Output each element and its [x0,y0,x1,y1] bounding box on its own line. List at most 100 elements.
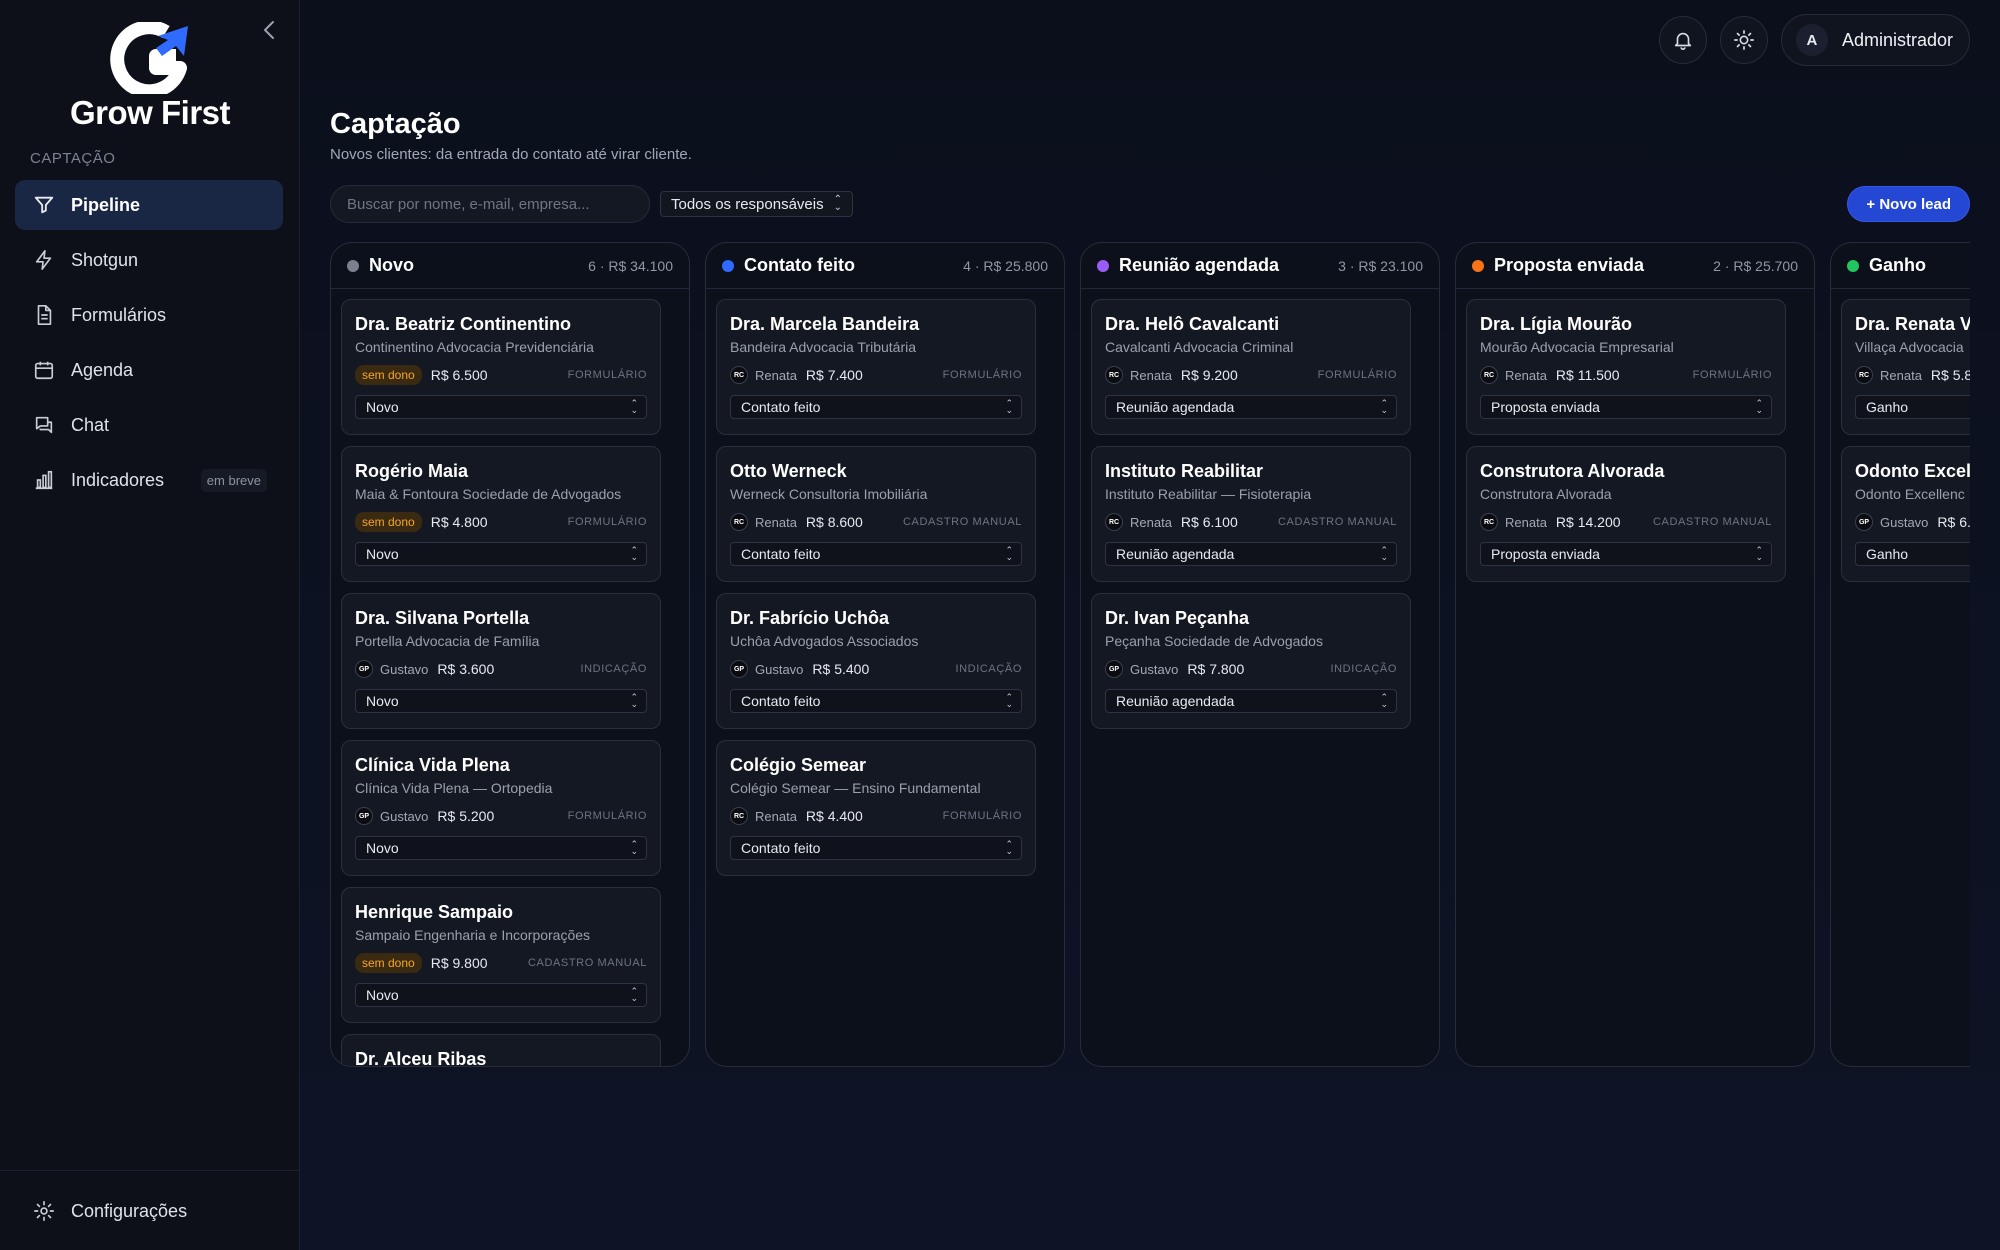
sidebar-item-label: Configurações [71,1200,188,1221]
lead-name: Rogério Maia [355,461,469,481]
new-lead-button[interactable]: + Novo lead [1847,186,1970,222]
stage-select-value: Contato feito [741,693,821,709]
lead-source: FORMULÁRIO [942,369,1022,381]
status-dot [1472,259,1484,272]
lead-meta-row: GP Gustavo R$ 6. [1855,512,1970,532]
lead-card[interactable]: Dra. Beatriz Continentino Continentino Ad… [341,299,661,435]
stage-select-value: Novo [366,399,399,415]
theme-toggle-button[interactable] [1719,16,1768,64]
lead-meta-row: RC Renata R$ 4.400 FORMULÁRIO [730,806,1022,826]
lead-source: INDICAÇÃO [580,663,647,675]
stage-select[interactable]: Contato feito ⌃ ⌄ [730,689,1022,713]
chevron-up-down-icon: ⌃ ⌄ [1380,545,1388,562]
lead-card[interactable]: Dra. Marcela Bandeira Bandeira Advocacia … [716,299,1036,435]
chevron-up-down-icon: ⌃ ⌄ [1755,545,1763,562]
user-name: Administrador [1841,29,1953,50]
lead-source: FORMULÁRIO [1692,369,1772,381]
owner-avatar: RC [1855,366,1873,384]
stage-select[interactable]: Reunião agendada ⌃ ⌄ [1105,395,1397,419]
lead-meta-row: RC Renata R$ 6.100 CADASTRO MANUAL [1105,512,1397,532]
column-header: Contato feito 4 · R$ 25.800 [706,243,1064,289]
lead-card[interactable]: Dra. Helô Cavalcanti Cavalcanti Advocacia… [1091,299,1411,435]
sidebar-item-agenda[interactable]: Agenda [15,345,283,395]
unassigned-badge: sem dono [355,365,422,385]
owner-name: Gustavo [1880,514,1929,530]
unassigned-badge: sem dono [355,512,422,532]
chevron-up-down-icon: ⌃ ⌄ [630,692,638,709]
lead-card[interactable]: Dr. Ivan Peçanha Peçanha Sociedade de Adv… [1091,593,1411,729]
lead-card[interactable]: Instituto Reabilitar Instituto Reabilitar… [1091,446,1411,582]
sidebar-nav: Pipeline Shotgun Formulários Agenda Chat… [15,180,283,510]
stage-select[interactable]: Proposta enviada ⌃ ⌄ [1480,395,1772,419]
owner-name: Renata [1880,367,1922,383]
stage-select[interactable]: Contato feito ⌃ ⌄ [730,836,1022,860]
search-input[interactable] [330,185,650,223]
sidebar-item-configuracoes[interactable]: Configurações [15,1186,283,1236]
chevron-up-down-icon: ⌃ ⌄ [630,398,638,415]
sidebar-item-formularios[interactable]: Formulários [15,290,283,340]
lead-source: INDICAÇÃO [955,663,1022,675]
lead-card[interactable]: Odonto Excell Odonto Excellenc GP Gustavo R$… [1841,446,1970,582]
lead-card[interactable]: Clínica Vida Plena Clínica Vida Plena — O… [341,740,661,876]
lead-card[interactable]: Dra. Renata V Villaça Advocacia RC Renata R$… [1841,299,1970,435]
lead-name: Dr. Fabrício Uchôa [730,608,890,628]
lead-card[interactable]: Dra. Silvana Portella Portella Advocacia … [341,593,661,729]
lead-card[interactable]: Henrique Sampaio Sampaio Engenharia e Inc… [341,887,661,1023]
lead-value: R$ 11.500 [1555,367,1620,383]
notifications-button[interactable] [1658,16,1707,64]
owner-avatar: RC [1480,513,1498,531]
owner-avatar: RC [1105,366,1123,384]
stage-select[interactable]: Contato feito ⌃ ⌄ [730,395,1022,419]
lead-source: FORMULÁRIO [942,810,1022,822]
stage-select[interactable]: Reunião agendada ⌃ ⌄ [1105,542,1397,566]
sun-icon [1733,30,1754,50]
lead-card[interactable]: Otto Werneck Werneck Consultoria Imobiliá… [716,446,1036,582]
stage-select[interactable]: Ganho⌃⌄ [1855,542,1970,566]
lead-meta-row: RC Renata R$ 8.600 CADASTRO MANUAL [730,512,1022,532]
unassigned-badge: sem dono [355,953,422,973]
lead-source: FORMULÁRIO [567,810,647,822]
owner-name: Gustavo [380,808,429,824]
stage-select-value: Contato feito [741,546,821,562]
stage-select[interactable]: Novo ⌃ ⌄ [355,983,647,1007]
sidebar-item-pipeline[interactable]: Pipeline [15,180,283,230]
stage-select[interactable]: Novo ⌃ ⌄ [355,542,647,566]
stage-select-value: Ganho [1866,546,1909,562]
lead-meta-row: RC Renata R$ 14.200 CADASTRO MANUAL [1480,512,1772,532]
responsible-filter-select[interactable]: Todos os responsáveis ⌃ ⌄ [660,191,853,217]
lead-card[interactable]: Construtora Alvorada Construtora Alvorada… [1466,446,1786,582]
lead-name: Construtora Alvorada [1480,461,1665,481]
stage-select-value: Novo [366,693,399,709]
sidebar-item-shotgun[interactable]: Shotgun [15,235,283,285]
lead-value: R$ 9.200 [1180,367,1238,383]
chevron-up-down-icon: ⌃ ⌄ [1005,545,1013,562]
lead-card[interactable]: Colégio Semear Colégio Semear — Ensino Fu… [716,740,1036,876]
stage-select[interactable]: Reunião agendada ⌃ ⌄ [1105,689,1397,713]
lead-value: R$ 14.200 [1555,514,1621,530]
user-menu[interactable]: A Administrador [1780,14,1970,66]
column-header: Ganho [1831,243,1970,289]
chevron-up-down-icon: ⌃ ⌄ [630,545,638,562]
stage-select[interactable]: Novo ⌃ ⌄ [355,395,647,419]
stage-select[interactable]: Ganho⌃⌄ [1855,395,1970,419]
stage-select-value: Reunião agendada [1116,693,1235,709]
sidebar-item-label: Agenda [71,359,134,380]
lead-source: FORMULÁRIO [1317,369,1397,381]
owner-avatar: GP [730,660,748,678]
sidebar-item-indicadores[interactable]: Indicadores em breve [15,455,283,505]
stage-select[interactable]: Contato feito ⌃ ⌄ [730,542,1022,566]
stage-select[interactable]: Novo ⌃ ⌄ [355,689,647,713]
lead-value: R$ 3.600 [437,661,495,677]
lead-card[interactable]: Dr. Alceu Ribas [341,1034,661,1066]
collapse-sidebar-button[interactable] [260,18,278,42]
lead-card[interactable]: Rogério Maia Maia & Fontoura Sociedade de… [341,446,661,582]
stage-select-value: Contato feito [741,840,821,856]
sidebar-item-chat[interactable]: Chat [15,400,283,450]
filter-label: Todos os responsáveis [671,195,824,213]
owner-name: Renata [755,367,797,383]
stage-select[interactable]: Proposta enviada ⌃ ⌄ [1480,542,1772,566]
stage-select[interactable]: Novo ⌃ ⌄ [355,836,647,860]
status-dot [1847,259,1859,272]
lead-card[interactable]: Dra. Lígia Mourão Mourão Advocacia Empres… [1466,299,1786,435]
lead-card[interactable]: Dr. Fabrício Uchôa Uchôa Advogados Associ… [716,593,1036,729]
